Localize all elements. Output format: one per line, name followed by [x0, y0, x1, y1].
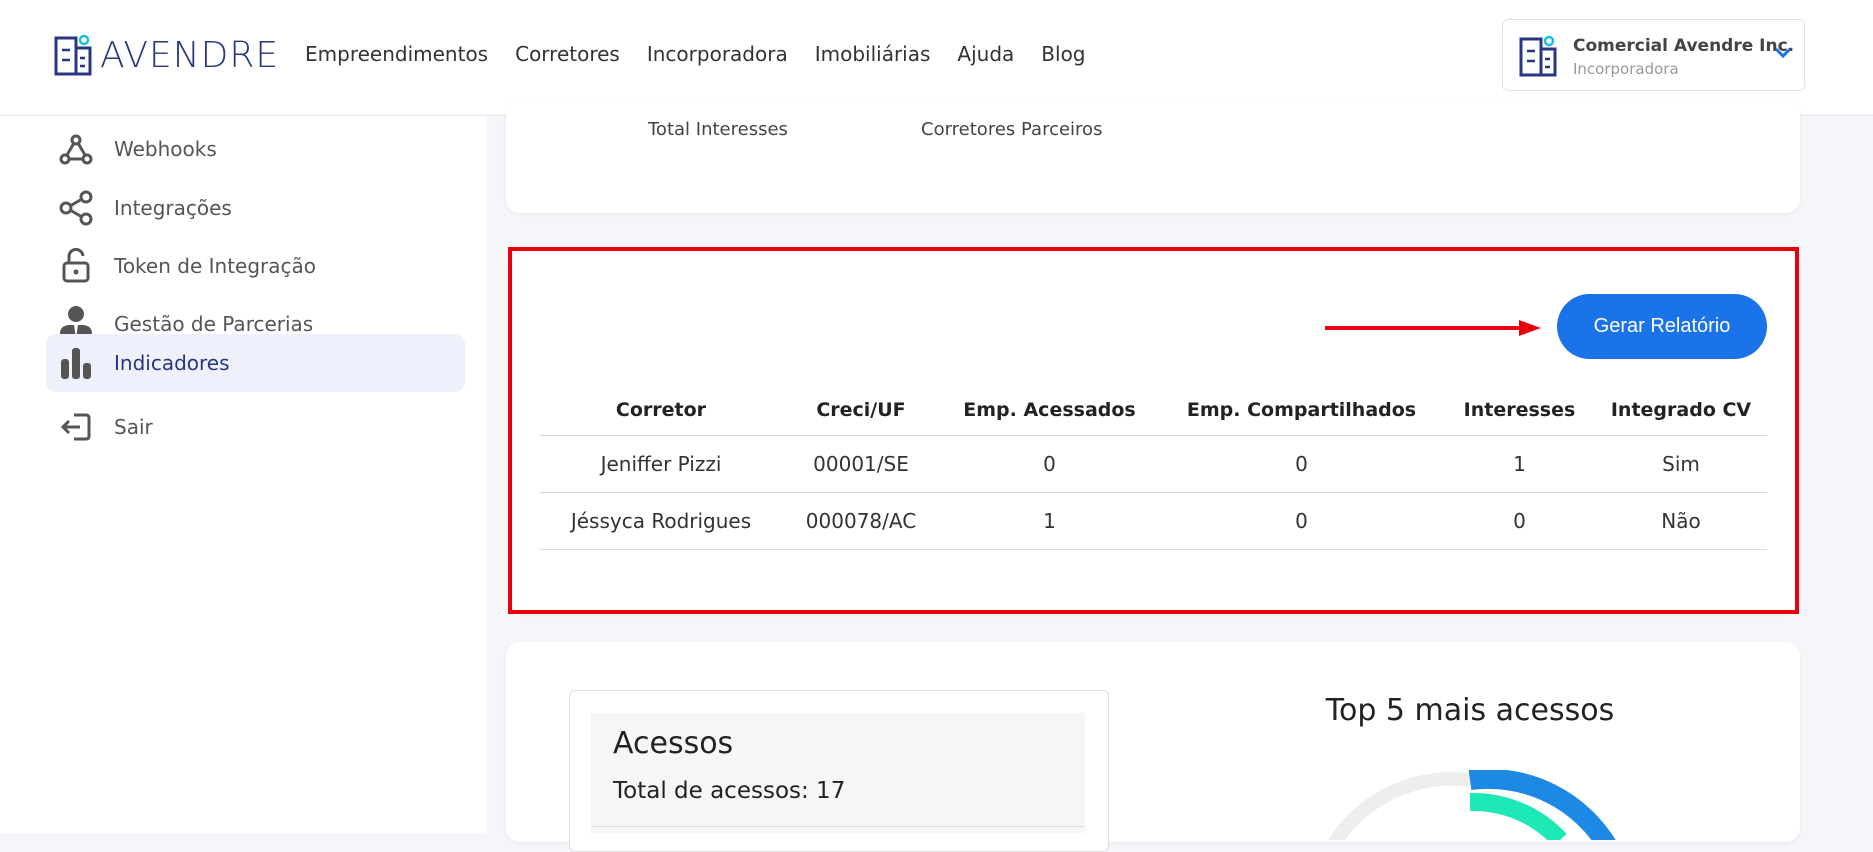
table-row: Jeniffer Pizzi 00001/SE 0 0 1 Sim [540, 435, 1767, 493]
table-row: Jéssyca Rodrigues 000078/AC 1 0 0 Não [540, 492, 1767, 550]
company-logo-icon [1519, 35, 1557, 77]
sidebar-item-label: Gestão de Parcerias [114, 312, 314, 336]
company-role: Incorporadora [1573, 60, 1679, 78]
cell-integrado-cv: Sim [1595, 435, 1767, 493]
nav-corretores[interactable]: Corretores [515, 42, 620, 66]
logo-text: AVENDRE [100, 34, 280, 76]
main-nav: Empreendimentos Corretores Incorporadora… [305, 42, 1113, 66]
logout-icon [56, 407, 96, 447]
cell-corretor: Jeniffer Pizzi [540, 435, 782, 493]
sidebar-item-webhooks[interactable]: Webhooks [46, 120, 465, 178]
column-header[interactable]: Emp. Compartilhados [1159, 385, 1444, 436]
column-header[interactable]: Corretor [540, 385, 782, 436]
sidebar-item-label: Webhooks [114, 137, 217, 161]
sidebar-item-label: Indicadores [114, 351, 230, 375]
top-header: AVENDRE Empreendimentos Corretores Incor… [0, 0, 1873, 116]
avendre-logo[interactable]: AVENDRE [54, 34, 279, 76]
table-header-row: Corretor Creci/UF Emp. Acessados Emp. Co… [540, 385, 1767, 436]
column-header[interactable]: Emp. Acessados [940, 385, 1159, 436]
sidebar-item-label: Token de Integração [114, 254, 317, 278]
cell-emp-acessados: 1 [940, 492, 1159, 550]
cell-corretor: Jéssyca Rodrigues [540, 492, 782, 550]
acessos-title: Acessos [613, 726, 734, 761]
sidebar: Webhooks Integrações Token de Integração [0, 116, 486, 833]
cell-interesses: 1 [1444, 435, 1595, 493]
divider [591, 826, 1085, 827]
chevron-down-icon[interactable] [1774, 47, 1792, 59]
nav-empreendimentos[interactable]: Empreendimentos [305, 42, 488, 66]
bar-chart-icon [56, 343, 96, 383]
cell-emp-acessados: 0 [940, 435, 1159, 493]
cell-emp-compartilhados: 0 [1159, 492, 1444, 550]
nav-imobiliarias[interactable]: Imobiliárias [815, 42, 931, 66]
company-name: Comercial Avendre Inc. [1573, 36, 1795, 56]
report-table: Corretor Creci/UF Emp. Acessados Emp. Co… [540, 385, 1767, 550]
column-header[interactable]: Creci/UF [782, 385, 940, 436]
stats-card: Total Interesses Corretores Parceiros [506, 100, 1800, 213]
cell-creci: 000078/AC [782, 492, 940, 550]
sidebar-item-integracoes[interactable]: Integrações [46, 179, 465, 237]
column-header[interactable]: Integrado CV [1595, 385, 1767, 436]
column-header[interactable]: Interesses [1444, 385, 1595, 436]
gerar-relatorio-button[interactable]: Gerar Relatório [1557, 294, 1767, 359]
cell-emp-compartilhados: 0 [1159, 435, 1444, 493]
top5-donut-chart [1327, 770, 1616, 840]
acessos-total: Total de acessos: 17 [613, 778, 846, 804]
annotation-arrow-icon [1325, 320, 1541, 336]
sidebar-item-label: Sair [114, 415, 153, 439]
building-logo-icon [54, 34, 92, 76]
cell-creci: 00001/SE [782, 435, 940, 493]
sidebar-item-token[interactable]: Token de Integração [46, 237, 465, 295]
sidebar-item-label: Integrações [114, 196, 232, 220]
cell-interesses: 0 [1444, 492, 1595, 550]
nav-ajuda[interactable]: Ajuda [957, 42, 1014, 66]
stat-total-interesses-label: Total Interesses [648, 119, 788, 140]
top5-title: Top 5 mais acessos [1325, 693, 1615, 728]
stat-corretores-parceiros-label: Corretores Parceiros [921, 119, 1103, 140]
sidebar-item-sair[interactable]: Sair [46, 398, 465, 456]
nav-blog[interactable]: Blog [1041, 42, 1085, 66]
share-icon [56, 188, 96, 228]
sidebar-item-indicadores[interactable]: Indicadores [46, 334, 465, 392]
company-switcher[interactable]: Comercial Avendre Inc. Incorporadora [1502, 19, 1805, 91]
nav-incorporadora[interactable]: Incorporadora [647, 42, 788, 66]
webhook-icon [56, 129, 96, 169]
cell-integrado-cv: Não [1595, 492, 1767, 550]
unlock-icon [56, 246, 96, 286]
